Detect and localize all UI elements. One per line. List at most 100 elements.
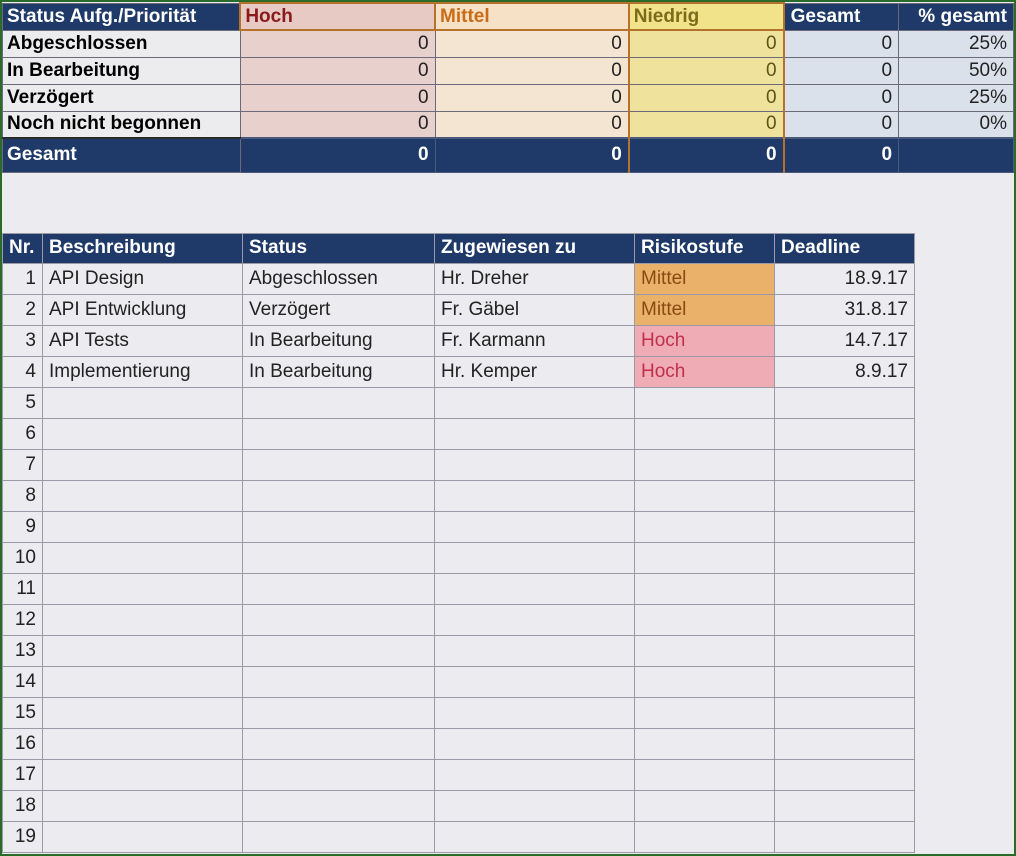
task-nr[interactable]: 8 [3,480,43,511]
task-beschreibung[interactable] [43,790,243,821]
task-risiko[interactable] [635,666,775,697]
task-beschreibung[interactable] [43,480,243,511]
summary-row-label[interactable]: In Bearbeitung [3,57,241,84]
task-status[interactable] [243,387,435,418]
summary-cell-niedrig[interactable]: 0 [629,84,784,111]
summary-cell-hoch[interactable]: 0 [240,84,435,111]
task-beschreibung[interactable] [43,728,243,759]
task-status[interactable]: In Bearbeitung [243,356,435,387]
summary-cell-gesamt[interactable]: 0 [784,30,899,57]
task-risiko[interactable] [635,635,775,666]
task-beschreibung[interactable] [43,542,243,573]
summary-cell-mittel[interactable]: 0 [435,111,629,138]
task-beschreibung[interactable] [43,697,243,728]
task-nr[interactable]: 2 [3,294,43,325]
summary-cell-mittel[interactable]: 0 [435,57,629,84]
task-zugewiesen[interactable] [435,697,635,728]
task-nr[interactable]: 11 [3,573,43,604]
summary-cell-pct[interactable]: 0% [899,111,1014,138]
task-deadline[interactable] [775,697,915,728]
task-risiko[interactable] [635,542,775,573]
task-nr[interactable]: 19 [3,821,43,852]
task-zugewiesen[interactable] [435,604,635,635]
task-zugewiesen[interactable] [435,542,635,573]
task-beschreibung[interactable] [43,418,243,449]
task-zugewiesen[interactable] [435,759,635,790]
task-risiko[interactable] [635,790,775,821]
task-risiko[interactable] [635,449,775,480]
task-deadline[interactable] [775,449,915,480]
task-status[interactable] [243,697,435,728]
task-risiko[interactable] [635,418,775,449]
task-deadline[interactable] [775,728,915,759]
task-risiko[interactable]: Hoch [635,325,775,356]
task-beschreibung[interactable] [43,573,243,604]
task-deadline[interactable] [775,759,915,790]
task-status[interactable] [243,759,435,790]
task-risiko[interactable] [635,604,775,635]
task-deadline[interactable] [775,635,915,666]
task-nr[interactable]: 1 [3,263,43,294]
task-deadline[interactable] [775,604,915,635]
task-status[interactable] [243,790,435,821]
task-deadline[interactable] [775,387,915,418]
task-risiko[interactable] [635,697,775,728]
task-beschreibung[interactable]: API Tests [43,325,243,356]
summary-cell-pct[interactable]: 25% [899,30,1014,57]
task-nr[interactable]: 14 [3,666,43,697]
task-deadline[interactable] [775,790,915,821]
summary-row-label[interactable]: Abgeschlossen [3,30,241,57]
task-nr[interactable]: 3 [3,325,43,356]
task-zugewiesen[interactable] [435,573,635,604]
task-beschreibung[interactable] [43,604,243,635]
task-deadline[interactable]: 31.8.17 [775,294,915,325]
task-beschreibung[interactable] [43,635,243,666]
task-status[interactable]: Verzögert [243,294,435,325]
task-nr[interactable]: 18 [3,790,43,821]
task-zugewiesen[interactable] [435,387,635,418]
task-risiko[interactable] [635,480,775,511]
task-risiko[interactable] [635,573,775,604]
task-zugewiesen[interactable] [435,480,635,511]
task-zugewiesen[interactable] [435,728,635,759]
task-zugewiesen[interactable] [435,790,635,821]
summary-cell-niedrig[interactable]: 0 [629,30,784,57]
task-status[interactable] [243,728,435,759]
task-status[interactable]: In Bearbeitung [243,325,435,356]
summary-cell-gesamt[interactable]: 0 [784,111,899,138]
task-deadline[interactable]: 18.9.17 [775,263,915,294]
task-zugewiesen[interactable]: Fr. Karmann [435,325,635,356]
task-risiko[interactable] [635,511,775,542]
task-beschreibung[interactable] [43,666,243,697]
task-status[interactable] [243,666,435,697]
task-risiko[interactable] [635,728,775,759]
task-zugewiesen[interactable]: Hr. Kemper [435,356,635,387]
summary-cell-niedrig[interactable]: 0 [629,57,784,84]
task-risiko[interactable] [635,821,775,852]
task-risiko[interactable]: Mittel [635,263,775,294]
task-status[interactable]: Abgeschlossen [243,263,435,294]
task-deadline[interactable]: 8.9.17 [775,356,915,387]
task-status[interactable] [243,418,435,449]
summary-cell-gesamt[interactable]: 0 [784,84,899,111]
task-nr[interactable]: 9 [3,511,43,542]
task-status[interactable] [243,449,435,480]
summary-row-label[interactable]: Verzögert [3,84,241,111]
task-zugewiesen[interactable] [435,449,635,480]
task-nr[interactable]: 6 [3,418,43,449]
task-status[interactable] [243,604,435,635]
task-zugewiesen[interactable] [435,821,635,852]
task-beschreibung[interactable]: API Design [43,263,243,294]
summary-cell-niedrig[interactable]: 0 [629,111,784,138]
summary-cell-gesamt[interactable]: 0 [784,57,899,84]
task-nr[interactable]: 5 [3,387,43,418]
task-nr[interactable]: 17 [3,759,43,790]
summary-row-label[interactable]: Noch nicht begonnen [3,111,241,138]
task-deadline[interactable] [775,666,915,697]
task-deadline[interactable] [775,480,915,511]
task-beschreibung[interactable] [43,387,243,418]
summary-cell-mittel[interactable]: 0 [435,30,629,57]
task-deadline[interactable]: 14.7.17 [775,325,915,356]
task-risiko[interactable] [635,759,775,790]
summary-cell-pct[interactable]: 25% [899,84,1014,111]
